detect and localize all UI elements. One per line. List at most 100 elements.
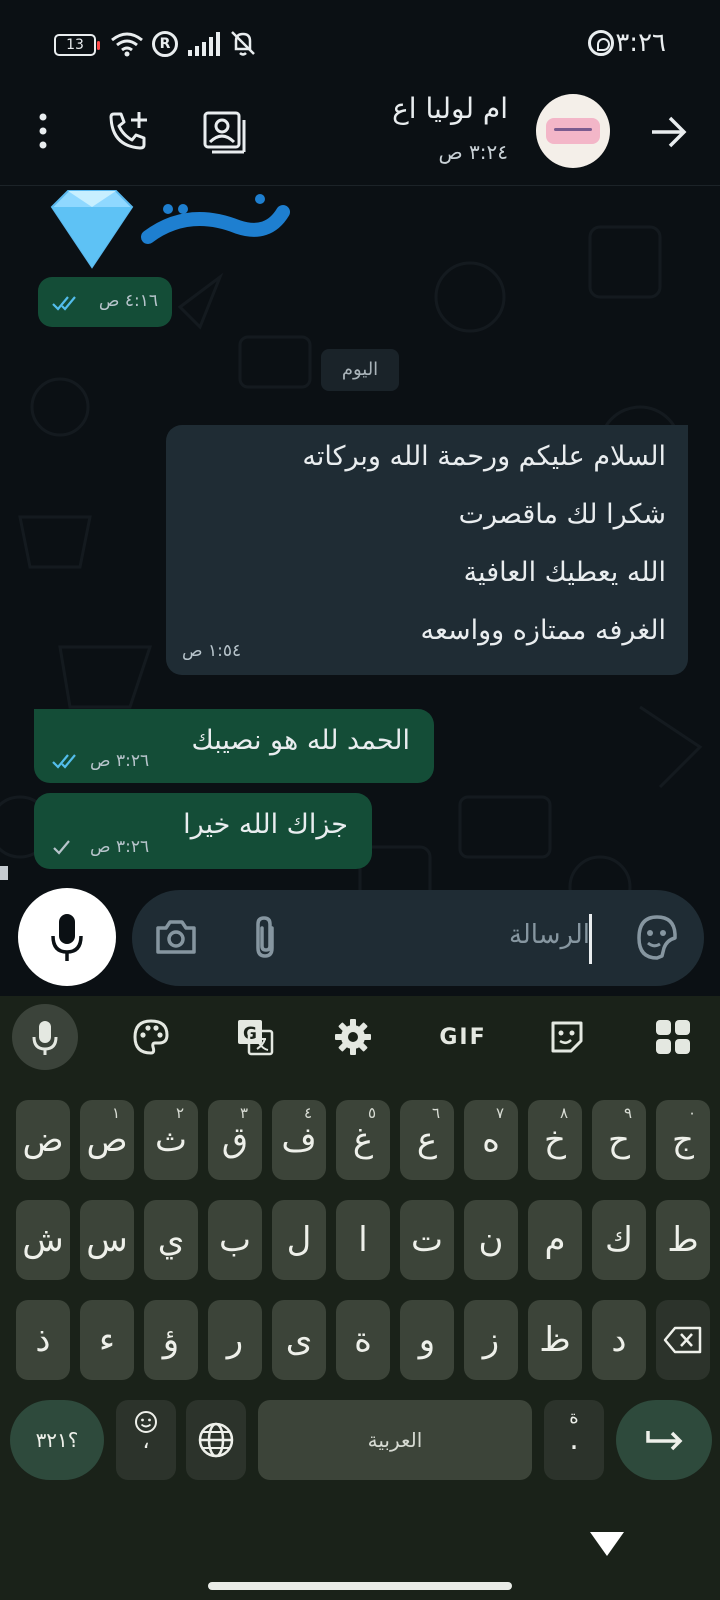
signal-icon <box>188 32 220 56</box>
last-seen: ٣:٢٤ ص <box>438 140 508 164</box>
key-letter[interactable]: ح٩ <box>592 1100 646 1180</box>
period-key[interactable]: ة . <box>544 1400 604 1480</box>
comma-label: ، <box>142 1429 150 1454</box>
key-character: خ <box>544 1120 566 1160</box>
contact-card-icon[interactable] <box>200 108 246 154</box>
key-number-hint: ٤ <box>303 1104 312 1122</box>
language-key[interactable] <box>186 1400 246 1480</box>
chat-area[interactable]: ٤:١٦ ص اليوم السلام عليكم ورحمة الله وبر… <box>0 187 720 995</box>
message-text: الحمد لله هو نصيبك <box>191 725 411 756</box>
scroll-marker <box>0 866 8 880</box>
contact-name[interactable]: ام لوليا اع <box>392 92 508 125</box>
camera-icon[interactable] <box>154 916 198 958</box>
key-letter[interactable]: ش <box>16 1200 70 1280</box>
message-line: الغرفه ممتازه وواسعه <box>420 615 666 646</box>
key-number-hint: ٩ <box>623 1104 632 1122</box>
translate-button[interactable]: G <box>222 1004 288 1070</box>
back-arrow-icon[interactable] <box>646 110 690 154</box>
key-letter[interactable]: ب <box>208 1200 262 1280</box>
key-character: م <box>544 1220 566 1260</box>
key-character: ق <box>221 1120 249 1160</box>
key-character: ا <box>358 1220 368 1260</box>
roaming-icon: R <box>152 31 178 57</box>
voice-typing-button[interactable] <box>12 1004 78 1070</box>
theme-button[interactable] <box>118 1004 184 1070</box>
key-letter[interactable]: ي <box>144 1200 198 1280</box>
backspace-key[interactable] <box>656 1300 710 1380</box>
key-character: ت <box>410 1220 443 1260</box>
key-letter[interactable]: ف٤ <box>272 1100 326 1180</box>
sticker-icon[interactable] <box>634 912 680 962</box>
key-character: ن <box>478 1220 504 1260</box>
key-letter[interactable]: ث٢ <box>144 1100 198 1180</box>
more-options-icon[interactable] <box>30 108 56 154</box>
key-letter[interactable]: ك <box>592 1200 646 1280</box>
message-composer[interactable]: الرسالة <box>132 890 704 986</box>
key-character: د <box>611 1320 627 1360</box>
message-time: ١:٥٤ ص <box>182 641 242 661</box>
outgoing-message[interactable]: جزاك الله خيرا ٣:٢٦ ص <box>34 793 372 869</box>
message-time: ٣:٢٦ ص <box>90 751 150 771</box>
avatar[interactable] <box>536 94 610 168</box>
key-letter[interactable]: ق٣ <box>208 1100 262 1180</box>
key-letter[interactable]: غ٥ <box>336 1100 390 1180</box>
sticker-icon <box>551 1021 583 1053</box>
key-character: ه <box>482 1120 500 1160</box>
key-letter[interactable]: و <box>400 1300 454 1380</box>
home-indicator[interactable] <box>208 1582 512 1590</box>
status-bar: 13 R ٣:٢٦ <box>0 0 720 86</box>
key-letter[interactable]: ن <box>464 1200 518 1280</box>
key-letter[interactable]: ء <box>80 1300 134 1380</box>
message-line: الله يعطيك العافية <box>463 557 666 588</box>
key-character: س <box>86 1220 128 1260</box>
key-character: ى <box>285 1320 313 1360</box>
message-input[interactable]: الرسالة <box>509 920 590 950</box>
add-call-icon[interactable] <box>106 108 152 154</box>
read-ticks-icon <box>52 754 76 769</box>
key-letter[interactable]: ص١ <box>80 1100 134 1180</box>
key-letter[interactable]: ض <box>16 1100 70 1180</box>
voice-message-button[interactable] <box>18 888 116 986</box>
incoming-message[interactable]: السلام عليكم ورحمة الله وبركاته شكرا لك … <box>166 425 688 675</box>
key-character: ر <box>226 1320 244 1360</box>
key-letter[interactable]: ا <box>336 1200 390 1280</box>
key-letter[interactable]: ل <box>272 1200 326 1280</box>
more-features-button[interactable] <box>640 1004 706 1070</box>
gif-button[interactable]: GIF <box>430 1004 496 1070</box>
key-letter[interactable]: م <box>528 1200 582 1280</box>
key-letter[interactable]: ر <box>208 1300 262 1380</box>
attach-icon[interactable] <box>248 914 284 962</box>
key-letter[interactable]: ط <box>656 1200 710 1280</box>
translate-icon: G <box>238 1020 274 1056</box>
sticker-button[interactable] <box>534 1004 600 1070</box>
nav-down-arrow-icon[interactable] <box>588 1528 626 1558</box>
key-letter[interactable]: ج٠ <box>656 1100 710 1180</box>
key-number-hint: ٥ <box>367 1104 376 1122</box>
emoji-comma-key[interactable]: ، <box>116 1400 176 1480</box>
key-character: غ <box>352 1120 374 1160</box>
key-letter[interactable]: ؤ <box>144 1300 198 1380</box>
enter-key[interactable] <box>616 1400 712 1480</box>
symbols-key[interactable]: ؟٣٢١ <box>10 1400 104 1480</box>
message-time: ٣:٢٦ ص <box>90 837 150 857</box>
outgoing-message[interactable]: الحمد لله هو نصيبك ٣:٢٦ ص <box>34 709 434 783</box>
key-letter[interactable]: س <box>80 1200 134 1280</box>
key-letter[interactable]: ى <box>272 1300 326 1380</box>
key-letter[interactable]: ظ <box>528 1300 582 1380</box>
key-letter[interactable]: د <box>592 1300 646 1380</box>
diamond-sticker[interactable] <box>38 187 298 273</box>
microphone-icon <box>32 1021 58 1055</box>
key-letter[interactable]: ت <box>400 1200 454 1280</box>
key-letter[interactable]: ذ <box>16 1300 70 1380</box>
key-letter[interactable]: ع٦ <box>400 1100 454 1180</box>
period-label: . <box>569 1422 579 1457</box>
space-key[interactable]: العربية <box>258 1400 532 1480</box>
key-letter[interactable]: خ٨ <box>528 1100 582 1180</box>
settings-button[interactable] <box>320 1004 386 1070</box>
message-time: ٤:١٦ ص <box>98 291 158 311</box>
key-letter[interactable]: ة <box>336 1300 390 1380</box>
message-line: السلام عليكم ورحمة الله وبركاته <box>302 441 666 472</box>
key-number-hint: ٦ <box>431 1104 440 1122</box>
key-letter[interactable]: ز <box>464 1300 518 1380</box>
key-letter[interactable]: ه٧ <box>464 1100 518 1180</box>
